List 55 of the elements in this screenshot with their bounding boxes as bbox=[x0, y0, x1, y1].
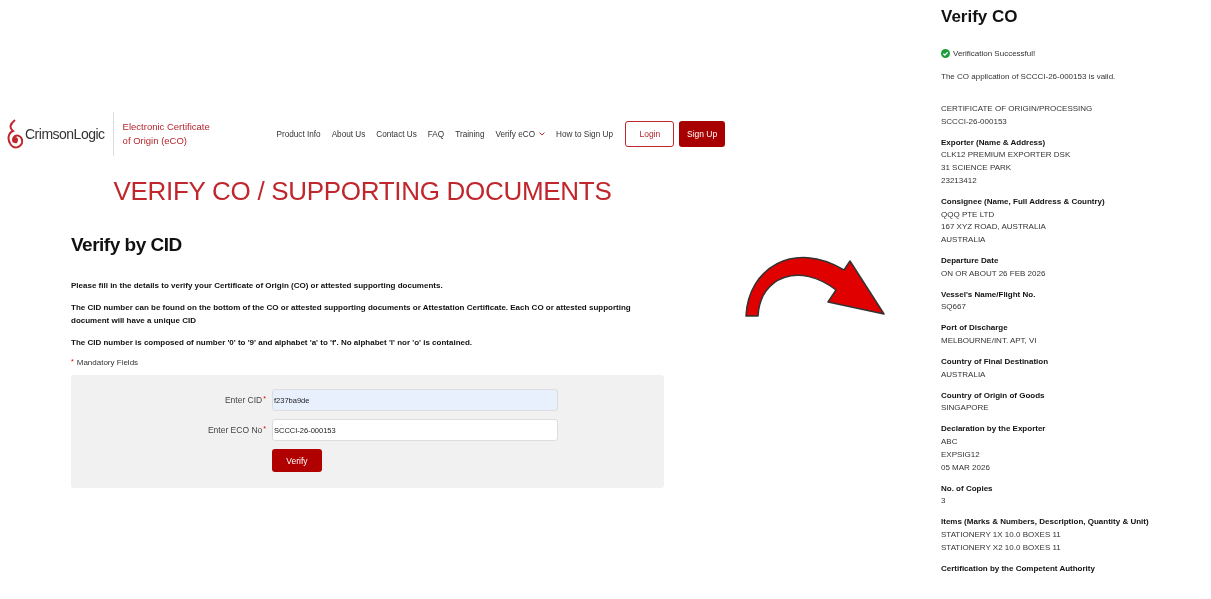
field-value: CLK12 PREMIUM EXPORTER DSK bbox=[941, 149, 1072, 162]
instruction-text: Please fill in the details to verify your Certificate of Origin (CO) or attested supporting documents. bbox=[71, 280, 444, 292]
verify-button[interactable]: Verify bbox=[272, 449, 322, 472]
field-heading: Items (Marks & Numbers, Description, Quantity & Unit) bbox=[941, 516, 1150, 529]
field-value: SQ667 bbox=[941, 301, 967, 314]
field-value: STATIONERY 1X 10.0 BOXES 11 bbox=[941, 528, 1062, 541]
field-value: ABC bbox=[941, 436, 959, 449]
page-title: VERIFY CO / SUPPORTING DOCUMENTS bbox=[112, 176, 613, 207]
field-heading: Country of Origin of Goods bbox=[941, 389, 1046, 402]
field-value: 167 XYZ ROAD, AUSTRALIA bbox=[941, 221, 1047, 234]
field-value: 31 SCIENCE PARK bbox=[941, 162, 1013, 175]
login-button[interactable]: Login bbox=[625, 121, 675, 147]
field-value: 3 bbox=[941, 495, 947, 508]
field-heading: Declaration by the Exporter bbox=[941, 423, 1047, 436]
field-heading: Country of Final Destination bbox=[941, 356, 1050, 369]
field-value: CERTIFICATE OF ORIGIN/PROCESSING bbox=[941, 103, 1094, 115]
field-value: QQQ PTE LTD bbox=[941, 208, 996, 221]
nav-link[interactable]: How to Sign Up bbox=[550, 129, 619, 139]
field-value: STATIONERY X2 10.0 BOXES 11 bbox=[941, 541, 1062, 554]
section-title: Verify by CID bbox=[71, 234, 183, 256]
instruction-text: The CID number is composed of number '0' to '9' and alphabet 'a' to 'f'. No alphabet 'l' nor 'o' is contained. bbox=[71, 337, 474, 349]
result-title: Verify CO bbox=[941, 7, 1019, 27]
field-value: 23213412 bbox=[941, 174, 978, 187]
field-value: AUSTRALIA bbox=[941, 233, 987, 246]
mandatory-note: Mandatory Fields bbox=[76, 358, 139, 367]
brand-name: CrimsonLogic bbox=[25, 126, 105, 142]
chevron-down-icon bbox=[539, 132, 546, 136]
nav-link[interactable]: Product Info bbox=[270, 129, 327, 139]
field-heading: No. of Copies bbox=[941, 482, 994, 495]
field-value: MELBOURNE/INT. APT, VI bbox=[941, 335, 1038, 348]
logo-swirl-icon bbox=[7, 118, 23, 150]
field-value: 05 MAR 2026 bbox=[941, 461, 991, 474]
nav-link[interactable]: Training bbox=[449, 129, 490, 139]
instruction-text: The CID number can be found on the bottom of the CO or attested supporting documents or Attestation Certificate. Each CO or attested supporting document will have a unique CID bbox=[71, 302, 632, 327]
field-value: EXPSIG12 bbox=[941, 448, 981, 461]
field-heading: Departure Date bbox=[941, 254, 1000, 267]
result-message: The CO application of SCCCI-26-000153 is valid. bbox=[941, 72, 1117, 81]
field-value: ON OR ABOUT 26 FEB 2026 bbox=[941, 267, 1047, 280]
status-text: Verification Successful! bbox=[953, 49, 1036, 58]
field-heading: Certification by the Competent Authority bbox=[941, 562, 1096, 575]
nav-dropdown[interactable]: Verify eCO bbox=[490, 129, 551, 139]
field-value: AUSTRALIA bbox=[941, 368, 987, 381]
field-heading: Consignee (Name, Full Address & Country) bbox=[941, 195, 1106, 208]
nav-link[interactable]: FAQ bbox=[422, 129, 450, 139]
field-value: SINGAPORE bbox=[941, 402, 990, 415]
field-heading: Port of Discharge bbox=[941, 322, 1009, 335]
signup-button[interactable]: Sign Up bbox=[679, 121, 725, 147]
field-label: Enter ECO No bbox=[207, 425, 263, 435]
nav-link[interactable]: Contact Us bbox=[370, 129, 423, 139]
field-heading: Vessel's Name/Flight No. bbox=[941, 288, 1037, 301]
nav-link[interactable]: About Us bbox=[326, 129, 371, 139]
product-title: Electronic Certificate of Origin (eCO) bbox=[122, 120, 211, 148]
field-heading: Exporter (Name & Address) bbox=[941, 136, 1047, 149]
field-label: Enter CID bbox=[224, 395, 263, 405]
field-value: SCCCI-26-000153 bbox=[941, 115, 1008, 128]
